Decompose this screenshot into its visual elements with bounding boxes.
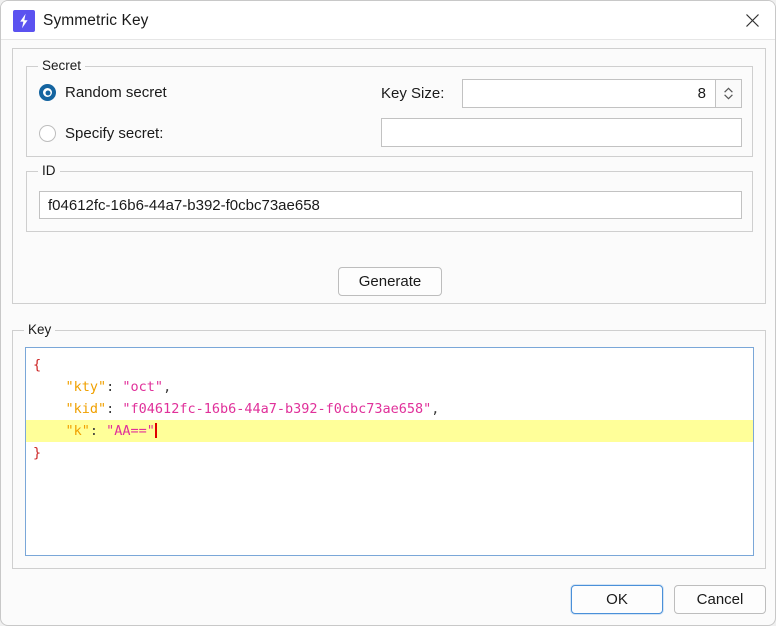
- title-bar: Symmetric Key: [1, 1, 775, 40]
- radio-specify-secret[interactable]: Specify secret:: [39, 125, 163, 142]
- secret-group-legend: Secret: [38, 58, 86, 74]
- json-comma: ,: [163, 379, 172, 395]
- code-line: }: [26, 442, 753, 464]
- json-value-kid: "f04612fc-16b6-44a7-b392-f0cbc73ae658": [122, 401, 432, 417]
- json-value-kty: "oct": [122, 379, 164, 395]
- json-colon: :: [106, 401, 123, 417]
- key-json-editor[interactable]: { "kty": "oct", "kid": "f04612fc-16b6-44…: [25, 347, 754, 556]
- id-input[interactable]: f04612fc-16b6-44a7-b392-f0cbc73ae658: [39, 191, 742, 219]
- radio-specify-secret-label: Specify secret:: [65, 125, 164, 142]
- json-colon: :: [89, 423, 107, 439]
- code-line: {: [26, 354, 753, 376]
- id-group-legend: ID: [38, 163, 60, 179]
- text-caret: [154, 423, 157, 438]
- ok-button[interactable]: OK: [571, 585, 663, 614]
- lightning-bolt-icon: [13, 10, 35, 32]
- secret-id-panel: Secret Random secret Specify secret: Key…: [12, 48, 766, 304]
- radio-random-secret[interactable]: Random secret: [39, 84, 167, 101]
- key-size-input[interactable]: 8: [462, 79, 715, 108]
- key-size-stepper[interactable]: 8: [462, 79, 742, 108]
- generate-button[interactable]: Generate: [338, 267, 442, 296]
- window-title: Symmetric Key: [43, 11, 149, 29]
- code-line: "kid": "f04612fc-16b6-44a7-b392-f0cbc73a…: [26, 398, 753, 420]
- code-line-active: "k": "AA==": [26, 420, 753, 442]
- symmetric-key-dialog: Symmetric Key Secret Random secret Speci…: [0, 0, 776, 626]
- radio-specify-secret-indicator[interactable]: [39, 125, 56, 142]
- cancel-button[interactable]: Cancel: [674, 585, 766, 614]
- secret-group: Secret Random secret Specify secret: Key…: [26, 58, 753, 157]
- close-icon[interactable]: [727, 1, 775, 39]
- key-size-label: Key Size:: [381, 85, 445, 102]
- json-key-kid: "kid": [65, 401, 107, 417]
- code-line: "kty": "oct",: [26, 376, 753, 398]
- key-size-spinner-buttons[interactable]: [715, 79, 742, 108]
- id-group: ID f04612fc-16b6-44a7-b392-f0cbc73ae658: [26, 163, 753, 232]
- radio-random-secret-label: Random secret: [65, 84, 167, 101]
- json-close-brace: }: [33, 445, 42, 461]
- json-value-k: "AA==": [106, 423, 155, 439]
- json-key-k: "k": [65, 423, 90, 439]
- json-key-kty: "kty": [65, 379, 107, 395]
- specify-secret-input[interactable]: [381, 118, 742, 147]
- key-group-legend: Key: [24, 322, 56, 338]
- radio-random-secret-indicator[interactable]: [39, 84, 56, 101]
- key-group: Key { "kty": "oct", "kid": "f04612fc-16b…: [12, 322, 766, 569]
- json-colon: :: [106, 379, 123, 395]
- json-comma: ,: [431, 401, 440, 417]
- json-open-brace: {: [33, 357, 42, 373]
